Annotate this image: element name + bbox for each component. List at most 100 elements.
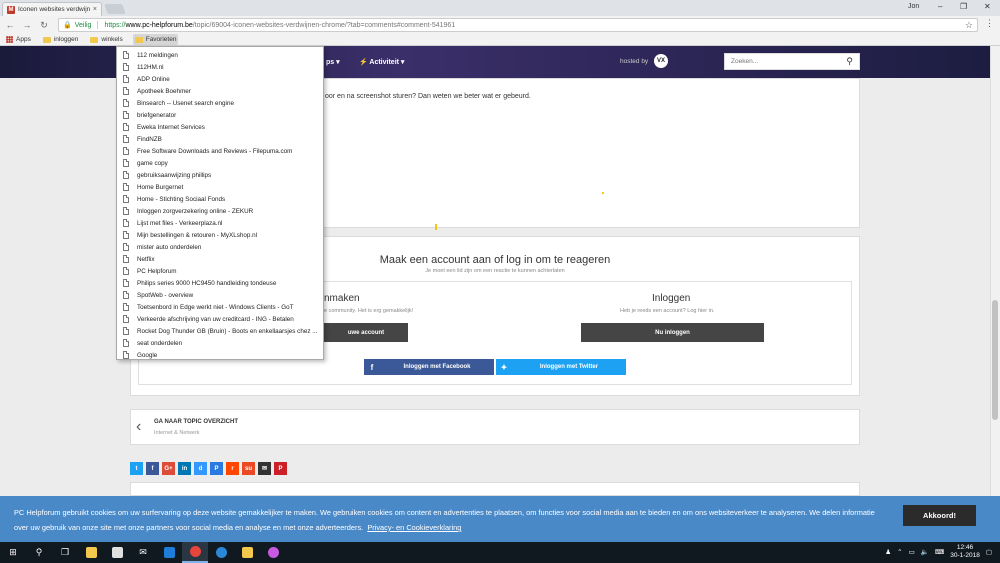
chevron-up-icon[interactable]: ⌃: [897, 548, 902, 556]
reddit-share-icon[interactable]: r: [226, 462, 239, 475]
bookmark-folder-favorieten[interactable]: Favorieten: [132, 34, 179, 45]
login-button[interactable]: Nu inloggen: [581, 323, 764, 342]
twitter-share-icon[interactable]: t: [130, 462, 143, 475]
login-subtitle: Heb je reeds een account? Log hier in.: [620, 308, 715, 314]
edge-icon[interactable]: [208, 542, 234, 563]
bookmark-item[interactable]: Lijst met files - Verkeerplaza.nl: [117, 217, 323, 229]
chrome-icon[interactable]: [182, 542, 208, 563]
windows-start-icon[interactable]: ⊞: [0, 542, 26, 563]
bookmark-item[interactable]: Free Software Downloads and Reviews - Fi…: [117, 145, 323, 157]
volume-icon[interactable]: 🔈: [921, 548, 929, 556]
cookie-banner: PC Helpforum gebruikt cookies om uw surf…: [0, 496, 1000, 542]
back-to-topics-title[interactable]: GA NAAR TOPIC OVERZICHT: [154, 419, 238, 425]
bookmark-item[interactable]: FindNZB: [117, 133, 323, 145]
mail-icon[interactable]: ✉: [130, 542, 156, 563]
bookmark-item[interactable]: Netflix: [117, 253, 323, 265]
clock[interactable]: 12:46 30-1-2018: [950, 544, 980, 560]
twitter-login-button[interactable]: ✦ Inloggen met Twitter: [496, 359, 626, 375]
facebook-share-icon[interactable]: f: [146, 462, 159, 475]
bookmark-item[interactable]: 112HM.nl: [117, 61, 323, 73]
bookmark-apps[interactable]: Apps: [4, 34, 33, 45]
minimize-icon[interactable]: –: [938, 2, 942, 11]
accept-cookies-button[interactable]: Akkoord!: [903, 505, 976, 526]
scrollbar-thumb[interactable]: [992, 300, 998, 420]
bookmark-item[interactable]: Google: [117, 349, 323, 361]
bookmark-folder-inloggen[interactable]: inloggen: [41, 34, 81, 45]
email-share-icon[interactable]: ✉: [258, 462, 271, 475]
back-to-topics-subtitle[interactable]: Internet & Netwerk: [154, 430, 200, 436]
page-scrollbar[interactable]: [990, 46, 1000, 496]
bookmark-item[interactable]: ADP Online: [117, 73, 323, 85]
page-icon: [123, 255, 129, 263]
maximize-icon[interactable]: ❐: [960, 2, 967, 11]
pinterest-alt-share-icon[interactable]: P: [210, 462, 223, 475]
page-icon: [123, 207, 129, 215]
task-view-icon[interactable]: ❒: [52, 542, 78, 563]
bookmark-item[interactable]: gebruiksaanwijzing phillips: [117, 169, 323, 181]
photos-icon[interactable]: [156, 542, 182, 563]
app-icon[interactable]: [260, 542, 286, 563]
network-icon[interactable]: ▭: [909, 548, 915, 556]
bookmark-item-label: mister auto onderdelen: [137, 243, 202, 251]
bookmark-item[interactable]: SpotWeb - overview: [117, 289, 323, 301]
store-icon[interactable]: [104, 542, 130, 563]
bookmark-item[interactable]: 112 meldingen: [117, 49, 323, 61]
nav-activity[interactable]: ⚡ Activiteit ▾: [359, 58, 404, 66]
bookmark-item[interactable]: Verkeerde afschrijving van uw creditcard…: [117, 313, 323, 325]
back-arrow-icon[interactable]: ←: [3, 20, 17, 30]
bookmark-item[interactable]: Binsearch -- Usenet search engine: [117, 97, 323, 109]
linkedin-share-icon[interactable]: in: [178, 462, 191, 475]
bookmark-star-icon[interactable]: ☆: [965, 20, 973, 31]
search-icon[interactable]: ⚲: [26, 542, 52, 563]
search-input[interactable]: [731, 58, 839, 65]
bookmark-item[interactable]: briefgenerator: [117, 109, 323, 121]
nav-apps[interactable]: ps ▾: [326, 58, 340, 66]
bookmark-item[interactable]: mister auto onderdelen: [117, 241, 323, 253]
stumbleupon-share-icon[interactable]: su: [242, 462, 255, 475]
back-to-topics-card[interactable]: [130, 409, 860, 445]
action-center-icon[interactable]: ▢: [986, 548, 992, 556]
tab-close-icon[interactable]: ×: [93, 6, 97, 13]
people-icon[interactable]: ♟: [885, 548, 891, 556]
bookmark-item[interactable]: PC Helpforum: [117, 265, 323, 277]
bookmark-item[interactable]: Home Burgernet: [117, 181, 323, 193]
reload-icon[interactable]: ↻: [37, 20, 51, 31]
bookmark-item[interactable]: Eweka Internet Services: [117, 121, 323, 133]
forward-arrow-icon[interactable]: →: [20, 20, 34, 30]
bookmark-item[interactable]: Rocket Dog Thunder GB (Bruin) - Boots en…: [117, 325, 323, 337]
chrome-glyph: [189, 546, 201, 557]
create-account-button[interactable]: uwe account: [324, 323, 408, 342]
bookmark-item[interactable]: Apotheek Boehmer: [117, 85, 323, 97]
new-tab-button[interactable]: [104, 4, 126, 14]
page-icon: [123, 267, 129, 275]
chrome-menu-icon[interactable]: ⋮: [985, 18, 994, 29]
close-window-icon[interactable]: ✕: [984, 2, 991, 11]
page-icon: [123, 111, 129, 119]
sticky-notes-icon[interactable]: [234, 542, 260, 563]
address-bar[interactable]: 🔒 Veilig https://www.pc-helpforum.be/top…: [58, 18, 978, 32]
bookmark-item[interactable]: Mijn bestellingen & retouren - MyXLshop.…: [117, 229, 323, 241]
keyboard-icon[interactable]: ⌨: [935, 548, 944, 556]
site-search[interactable]: ⚲: [724, 53, 860, 70]
bookmark-item[interactable]: Philips series 9000 HC9450 handleiding t…: [117, 277, 323, 289]
google-plus-share-icon[interactable]: G+: [162, 462, 175, 475]
browser-toolbar: ← → ↻ 🔒 Veilig https://www.pc-helpforum.…: [0, 16, 1000, 34]
bookmark-item-label: Mijn bestellingen & retouren - MyXLshop.…: [137, 231, 258, 239]
bookmark-item[interactable]: game copy: [117, 157, 323, 169]
file-explorer-icon[interactable]: [78, 542, 104, 563]
bookmark-folder-winkels[interactable]: winkels: [88, 34, 124, 45]
pinterest-share-icon[interactable]: P: [274, 462, 287, 475]
bookmark-item[interactable]: Home - Stichting Sociaal Fonds: [117, 193, 323, 205]
page-icon: [123, 195, 129, 203]
facebook-login-button[interactable]: f Inloggen met Facebook: [364, 359, 494, 375]
browser-tab[interactable]: M Iconen websites verdwijne ×: [2, 2, 102, 16]
bookmark-item[interactable]: Toetsenbord in Edge werkt niet - Windows…: [117, 301, 323, 313]
page-icon: [123, 147, 129, 155]
privacy-policy-link[interactable]: Privacy- en Cookieverklaring: [367, 523, 461, 532]
search-icon[interactable]: ⚲: [846, 56, 853, 67]
delicious-share-icon[interactable]: d: [194, 462, 207, 475]
facebook-login-label: Inloggen met Facebook: [403, 364, 471, 370]
profile-name[interactable]: Jon: [908, 3, 919, 10]
bookmark-item[interactable]: seat onderdelen: [117, 337, 323, 349]
bookmark-item[interactable]: Inloggen zorgverzekering online - ZEKUR: [117, 205, 323, 217]
